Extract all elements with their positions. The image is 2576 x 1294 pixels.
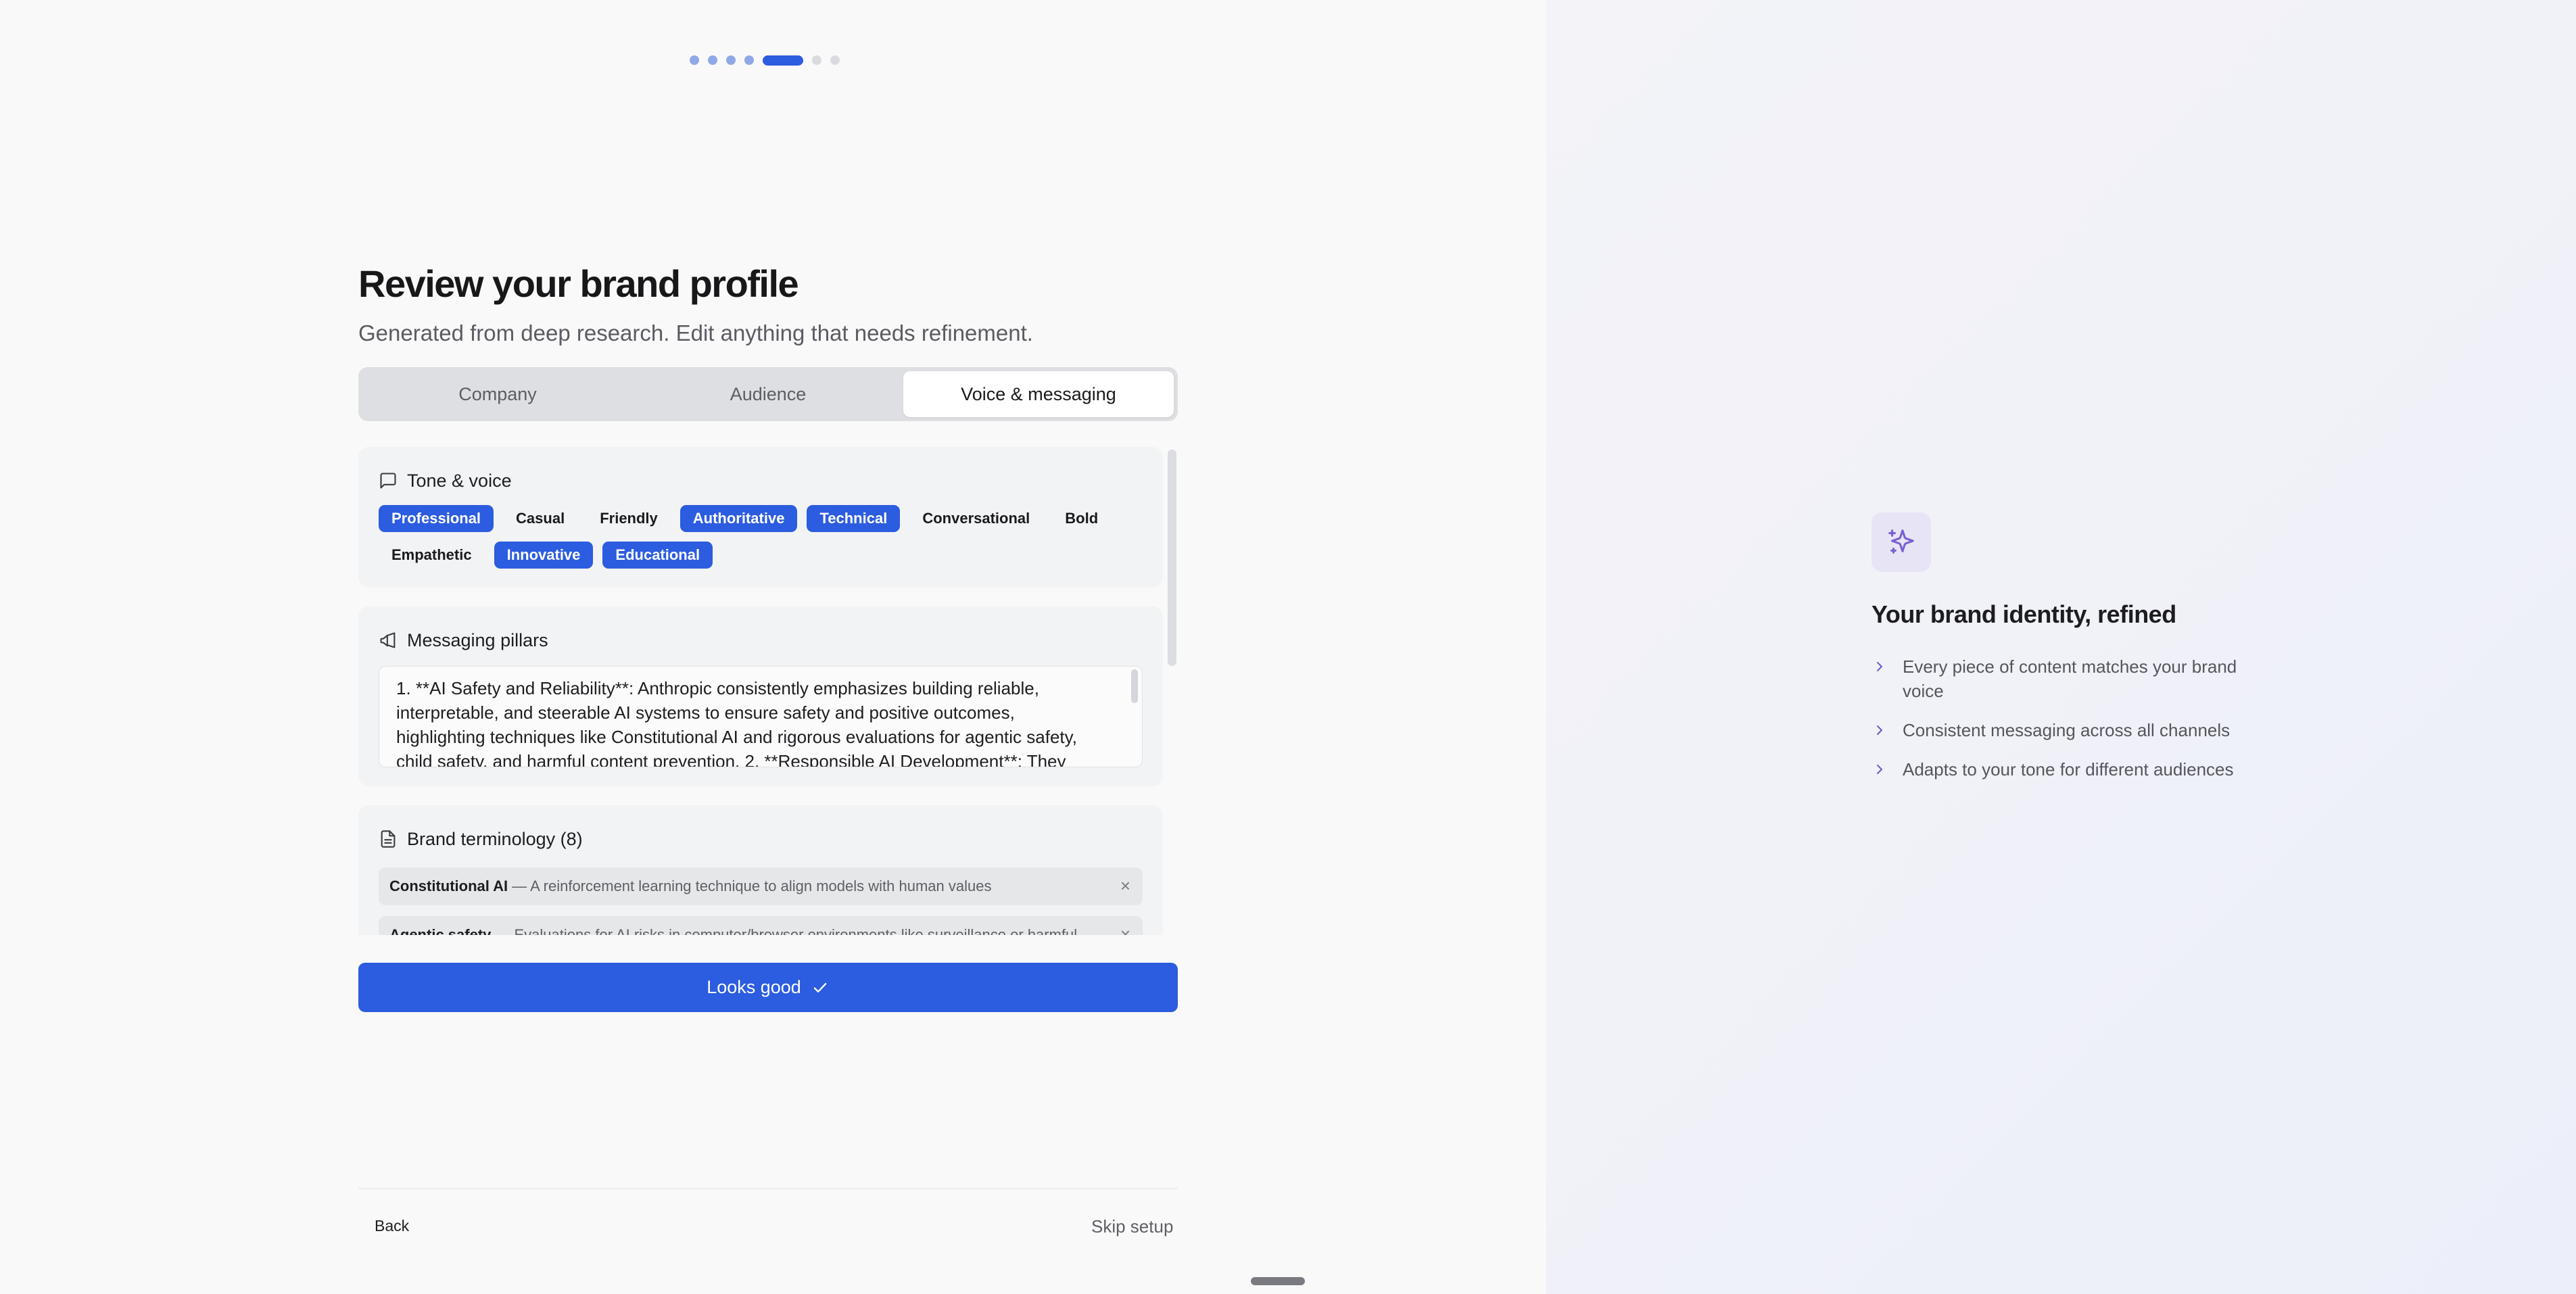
term-definition: — Evaluations for AI risks in computer/b… (495, 926, 1078, 935)
tone-voice-header: Tone & voice (379, 467, 1143, 494)
document-icon (381, 830, 396, 848)
chip-technical[interactable]: Technical (807, 505, 901, 532)
scrollbar[interactable] (1166, 447, 1178, 935)
terminology-item[interactable]: Constitutional AI — A reinforcement lear… (379, 867, 1143, 905)
brand-terminology-header: Brand terminology (8) (379, 825, 1143, 853)
info-title: Your brand identity, refined (1871, 600, 2176, 628)
tab-bar: Company Audience Voice & messaging (358, 367, 1178, 421)
terminology-item[interactable]: Agentic safety — Evaluations for AI risk… (379, 916, 1143, 935)
sparkle-badge (1871, 512, 1931, 572)
tone-voice-card: Tone & voice Professional Casual Friendl… (358, 447, 1163, 588)
benefit-text: Every piece of content matches your bran… (1903, 656, 2237, 701)
skip-setup-button[interactable]: Skip setup (1091, 1216, 1173, 1237)
megaphone-icon (380, 632, 396, 648)
page-title: Review your brand profile (358, 262, 799, 305)
message-square-icon (380, 473, 396, 489)
benefit-list: Every piece of content matches your bran… (1871, 654, 2277, 782)
messaging-pillars-textarea[interactable]: 1. **AI Safety and Reliability**: Anthro… (379, 666, 1143, 767)
term-definition: — A reinforcement learning technique to … (512, 878, 992, 894)
term-name: Agentic safety (389, 926, 492, 935)
progress-dot (726, 55, 736, 65)
terminology-list: Constitutional AI — A reinforcement lear… (379, 867, 1143, 935)
chevron-right-icon (1877, 725, 1882, 735)
looks-good-label: Looks good (707, 977, 801, 997)
page-subtitle: Generated from deep research. Edit anyth… (358, 320, 1033, 345)
messaging-pillars-card: Messaging pillars 1. **AI Safety and Rel… (358, 606, 1163, 786)
chip-empathetic[interactable]: Empathetic (379, 542, 485, 569)
scrollbar-thumb[interactable] (1168, 450, 1176, 666)
chip-educational[interactable]: Educational (602, 542, 713, 569)
drag-handle[interactable] (1251, 1277, 1305, 1285)
progress-dot (708, 55, 717, 65)
chip-bold[interactable]: Bold (1052, 505, 1111, 532)
benefit-text: Adapts to your tone for different audien… (1903, 759, 2234, 780)
benefit-item: Consistent messaging across all channels (1871, 718, 2277, 742)
chip-casual[interactable]: Casual (503, 505, 577, 532)
back-button[interactable]: Back (375, 1217, 409, 1235)
profile-scroll-area[interactable]: Tone & voice Professional Casual Friendl… (358, 447, 1178, 935)
brand-terminology-card: Brand terminology (8) Constitutional AI … (358, 805, 1163, 935)
progress-dot (744, 55, 754, 65)
remove-term-icon[interactable]: × (1120, 876, 1130, 896)
remove-term-icon[interactable]: × (1120, 924, 1130, 935)
messaging-pillars-text: 1. **AI Safety and Reliability**: Anthro… (396, 678, 1077, 767)
benefit-item: Adapts to your tone for different audien… (1871, 757, 2277, 782)
chip-authoritative[interactable]: Authoritative (679, 505, 798, 532)
progress-dot (690, 55, 699, 65)
progress-indicator (690, 55, 840, 66)
tab-voice-messaging[interactable]: Voice & messaging (903, 371, 1174, 417)
benefit-item: Every piece of content matches your bran… (1871, 654, 2277, 703)
chip-conversational[interactable]: Conversational (909, 505, 1043, 532)
chevron-right-icon (1877, 765, 1882, 774)
term-name: Constitutional AI (389, 878, 508, 894)
review-content: Review your brand profile Generated from… (358, 257, 1178, 935)
textarea-scrollbar[interactable] (1131, 669, 1138, 703)
chip-innovative[interactable]: Innovative (494, 542, 594, 569)
benefit-text: Consistent messaging across all channels (1903, 720, 2231, 740)
progress-dot (812, 55, 821, 65)
footer-divider (358, 1188, 1178, 1189)
sparkles-icon (1888, 529, 1914, 554)
messaging-pillars-header: Messaging pillars (379, 627, 1143, 654)
messaging-pillars-heading: Messaging pillars (407, 629, 548, 650)
tone-chips: Professional Casual Friendly Authoritati… (379, 505, 1149, 569)
check-icon (813, 982, 827, 992)
tone-voice-heading: Tone & voice (407, 470, 512, 491)
tab-audience[interactable]: Audience (633, 371, 903, 417)
looks-good-button[interactable]: Looks good (358, 963, 1178, 1012)
info-content: Your brand identity, refined Every piece… (1871, 512, 2277, 796)
tab-company[interactable]: Company (362, 371, 633, 417)
chip-friendly[interactable]: Friendly (587, 505, 671, 532)
progress-dot (830, 55, 840, 65)
chip-professional[interactable]: Professional (379, 505, 494, 532)
chevron-right-icon (1877, 662, 1882, 671)
brand-terminology-heading: Brand terminology (8) (407, 828, 583, 849)
progress-dot-current (763, 55, 803, 66)
main-panel: Review your brand profile Generated from… (0, 0, 1546, 1294)
